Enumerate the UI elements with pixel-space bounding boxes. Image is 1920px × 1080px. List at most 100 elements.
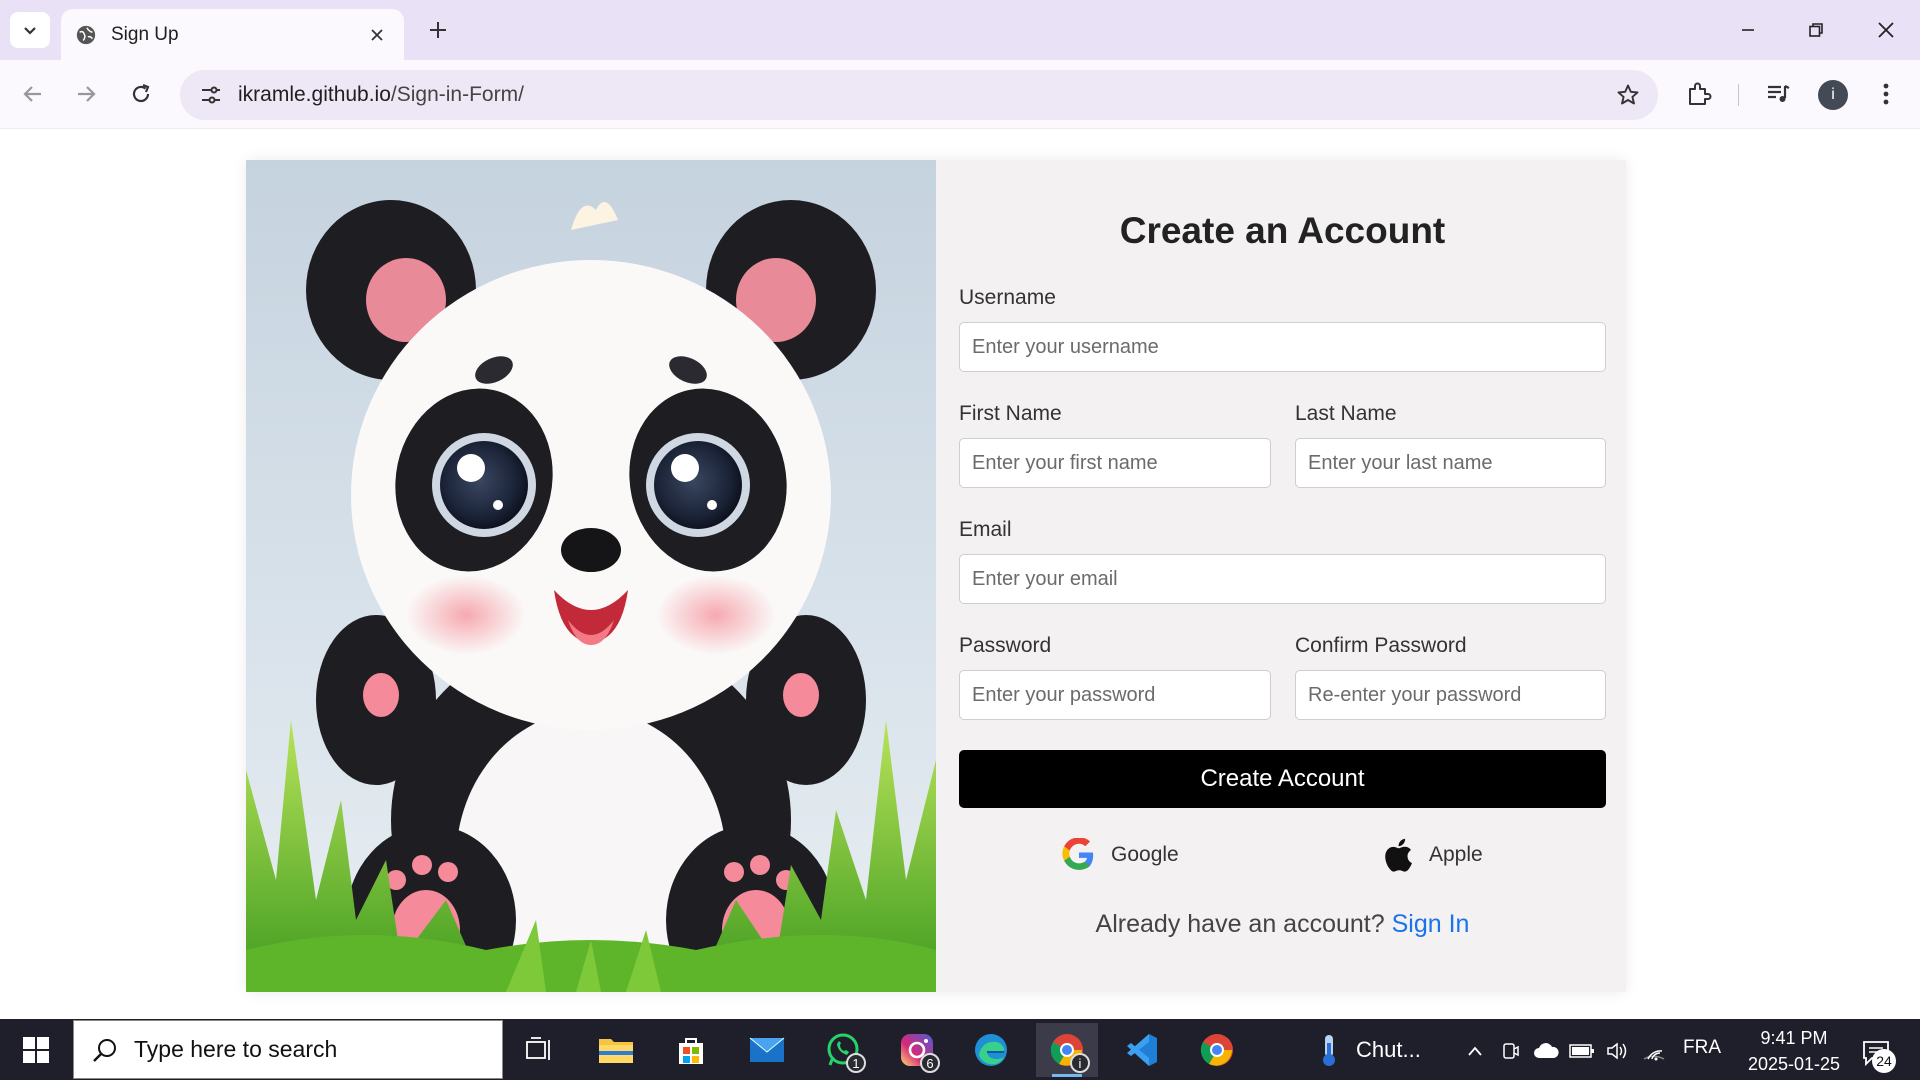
signin-prompt-line: Already have an account? Sign In xyxy=(959,910,1606,939)
media-controls-button[interactable] xyxy=(1758,74,1798,114)
menu-icon xyxy=(1883,83,1889,105)
password-label: Password xyxy=(959,634,1052,657)
taskbar-vscode[interactable] xyxy=(1110,1023,1172,1077)
weather-widget[interactable]: Chut... xyxy=(1316,1029,1421,1071)
new-tab-button[interactable] xyxy=(420,14,456,46)
url-text: ikramle.github.io/Sign-in-Form/ xyxy=(238,83,524,107)
globe-icon xyxy=(76,25,96,44)
meet-icon xyxy=(1503,1043,1519,1059)
first-name-input[interactable] xyxy=(959,438,1271,488)
tray-meet[interactable] xyxy=(1498,1037,1522,1065)
taskbar-mail[interactable] xyxy=(736,1023,798,1077)
last-name-label: Last Name xyxy=(1295,402,1397,425)
toolbar-separator xyxy=(1738,84,1739,106)
address-bar[interactable]: ikramle.github.io/Sign-in-Form/ xyxy=(180,70,1658,120)
site-info-icon xyxy=(202,86,220,104)
task-view-button[interactable] xyxy=(508,1023,570,1077)
last-name-input[interactable] xyxy=(1295,438,1606,488)
search-icon xyxy=(93,1038,116,1062)
confirm-password-input[interactable] xyxy=(1295,670,1606,720)
apple-icon xyxy=(1377,835,1417,875)
taskbar-chrome[interactable] xyxy=(1186,1023,1248,1077)
tray-volume[interactable] xyxy=(1604,1037,1632,1065)
star-icon xyxy=(1617,84,1639,105)
taskbar-clock[interactable]: 9:41 PM 2025-01-25 xyxy=(1744,1025,1844,1077)
task-view-icon xyxy=(526,1037,550,1060)
chevron-up-icon xyxy=(1468,1046,1482,1056)
reload-button[interactable] xyxy=(121,74,161,114)
thermometer-icon xyxy=(1323,1035,1335,1066)
username-label: Username xyxy=(959,286,1056,309)
tab-list-icon xyxy=(24,27,36,35)
mail-icon xyxy=(749,1037,785,1062)
notification-center-button[interactable]: 24 xyxy=(1854,1033,1898,1073)
back-button[interactable] xyxy=(13,74,53,114)
taskbar-edge[interactable] xyxy=(960,1023,1022,1077)
clock-date: 2025-01-25 xyxy=(1747,1054,1841,1074)
browser-menu-button[interactable] xyxy=(1866,74,1906,114)
language-indicator[interactable]: FRA xyxy=(1683,1037,1721,1059)
back-icon xyxy=(23,86,41,102)
volume-icon xyxy=(1607,1042,1627,1060)
apple-signin-button[interactable]: Apple xyxy=(1377,830,1483,880)
tab-list-button[interactable] xyxy=(10,12,50,48)
url-host: ikramle.github.io xyxy=(238,83,391,106)
windows-icon xyxy=(23,1037,49,1063)
google-label: Google xyxy=(1111,843,1179,866)
close-window-button[interactable] xyxy=(1864,10,1908,50)
apple-label: Apple xyxy=(1429,843,1483,866)
taskbar-store[interactable] xyxy=(660,1023,722,1077)
username-input[interactable] xyxy=(959,322,1606,372)
tab-close-button[interactable] xyxy=(364,22,390,48)
instagram-badge: 6 xyxy=(920,1053,940,1073)
weather-label: Chut... xyxy=(1356,1037,1421,1062)
site-info-button[interactable] xyxy=(186,70,236,120)
edge-icon xyxy=(975,1034,1007,1066)
google-icon xyxy=(1059,835,1099,875)
whatsapp-badge: 1 xyxy=(846,1053,866,1073)
taskbar-chrome-active[interactable]: i xyxy=(1036,1023,1098,1077)
restore-button[interactable] xyxy=(1794,10,1838,50)
chrome-profile-badge: i xyxy=(1070,1053,1090,1073)
store-icon xyxy=(679,1038,703,1064)
forward-button[interactable] xyxy=(66,74,106,114)
panda-image xyxy=(246,160,936,992)
tray-battery[interactable] xyxy=(1568,1037,1596,1065)
taskbar: Type here to search 1 6 i Chut... FRA 9:… xyxy=(0,1019,1920,1080)
tab-sign-up[interactable]: Sign Up xyxy=(61,9,404,60)
clock-time: 9:41 PM xyxy=(1760,1028,1828,1048)
notification-count: 24 xyxy=(1872,1049,1896,1073)
close-icon xyxy=(1878,22,1894,38)
signup-form: Create an Account Username First Name La… xyxy=(959,160,1606,992)
minimize-button[interactable] xyxy=(1726,10,1770,50)
tray-onedrive[interactable] xyxy=(1532,1037,1560,1065)
close-icon xyxy=(371,28,383,41)
panda-illustration xyxy=(246,160,936,992)
tab-title: Sign Up xyxy=(111,23,179,45)
taskbar-search-box[interactable]: Type here to search xyxy=(73,1020,503,1079)
profile-avatar[interactable]: i xyxy=(1818,80,1848,110)
chrome-icon xyxy=(1200,1034,1233,1066)
create-account-button[interactable]: Create Account xyxy=(959,750,1606,808)
file-explorer-icon xyxy=(599,1039,633,1063)
tab-strip: Sign Up xyxy=(0,0,1920,60)
taskbar-file-explorer[interactable] xyxy=(585,1023,647,1077)
browser-toolbar: ikramle.github.io/Sign-in-Form/ i xyxy=(0,60,1920,129)
cloud-icon xyxy=(1534,1043,1559,1058)
email-label: Email xyxy=(959,518,1012,541)
password-input[interactable] xyxy=(959,670,1271,720)
start-button[interactable] xyxy=(14,1031,58,1069)
restore-icon xyxy=(1809,23,1823,37)
bookmark-button[interactable] xyxy=(1612,79,1644,111)
signin-link[interactable]: Sign In xyxy=(1392,910,1470,938)
tray-wifi[interactable] xyxy=(1640,1037,1668,1065)
email-input[interactable] xyxy=(959,554,1606,604)
google-signin-button[interactable]: Google xyxy=(1059,830,1179,880)
taskbar-search-placeholder: Type here to search xyxy=(134,1036,338,1062)
battery-icon xyxy=(1569,1044,1594,1058)
extensions-button[interactable] xyxy=(1679,74,1719,114)
tray-overflow-button[interactable] xyxy=(1462,1037,1488,1065)
taskbar-whatsapp[interactable]: 1 xyxy=(812,1023,874,1077)
taskbar-instagram[interactable]: 6 xyxy=(886,1023,948,1077)
signup-card: Create an Account Username First Name La… xyxy=(246,160,1626,992)
